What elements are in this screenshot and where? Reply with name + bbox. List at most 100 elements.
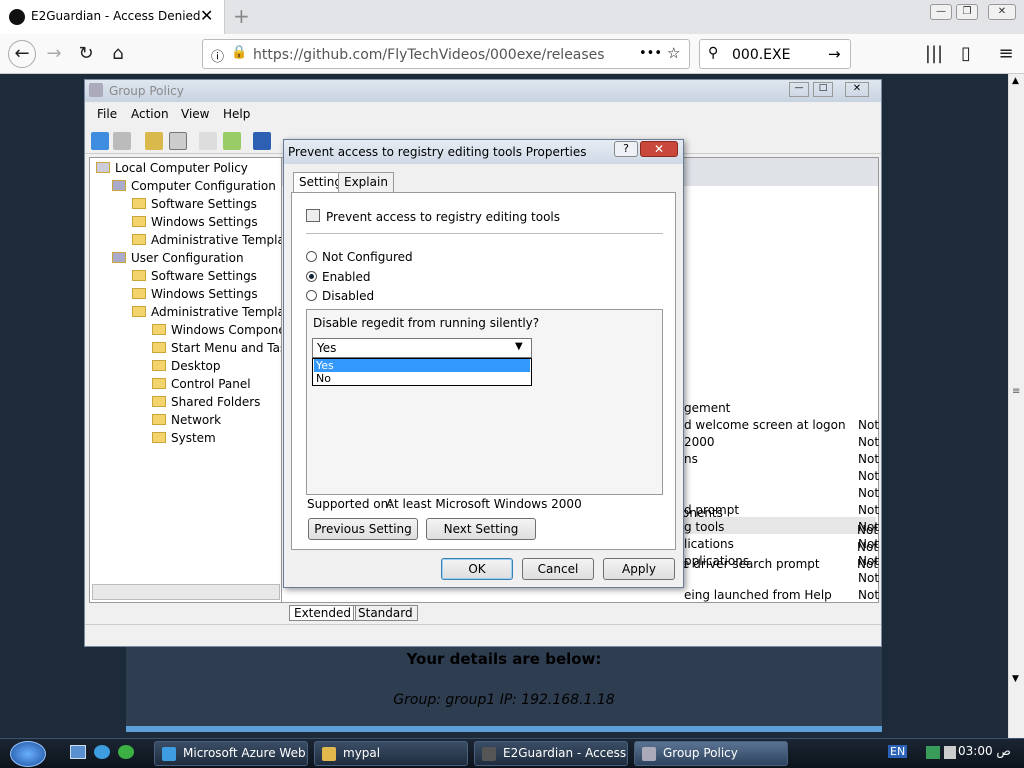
tree-item[interactable]: Computer Configuration — [112, 179, 276, 193]
home-icon[interactable]: ⌂ — [106, 42, 130, 66]
tree-item[interactable]: Administrative Template — [132, 305, 297, 319]
tab-extended[interactable]: Extended — [289, 605, 356, 621]
gp-maximize-button[interactable]: □ — [813, 82, 833, 97]
next-setting-button[interactable]: Next Setting — [426, 518, 536, 540]
info-icon[interactable]: ⓘ — [211, 46, 224, 65]
previous-setting-button[interactable]: Previous Setting — [308, 518, 418, 540]
tree-item[interactable]: Windows Componen — [152, 323, 293, 337]
reload-icon[interactable]: ↻ — [74, 42, 98, 66]
radio-circle[interactable] — [306, 251, 317, 262]
tree-item[interactable]: Start Menu and Task — [152, 341, 293, 355]
language-indicator[interactable]: EN — [888, 745, 908, 758]
menu-help[interactable]: Help — [223, 107, 250, 121]
show-desktop-icon[interactable] — [70, 745, 86, 759]
tree-item[interactable]: System — [152, 431, 216, 445]
ie-icon[interactable] — [94, 745, 110, 759]
close-tab-icon[interactable]: ✕ — [200, 6, 213, 25]
gp-title-bar[interactable]: Group Policy — □ ✕ — [85, 80, 881, 102]
dropdown-option[interactable]: No — [314, 372, 530, 385]
gp-close-button[interactable]: ✕ — [845, 82, 869, 97]
library-icon[interactable]: ||| — [922, 42, 946, 66]
page-actions-icon[interactable]: ••• — [639, 46, 662, 61]
export-list-icon[interactable] — [223, 132, 241, 150]
tree-item[interactable]: Control Panel — [152, 377, 251, 391]
dialog-close-button[interactable]: ✕ — [640, 141, 678, 157]
task-mypal[interactable]: mypal — [314, 741, 468, 766]
url-bar[interactable]: ⓘ 🔒 https://github.com/FlyTechVideos/000… — [202, 39, 690, 69]
volume-icon[interactable] — [944, 746, 956, 759]
search-bar[interactable]: ⚲ 000.EXE → — [699, 39, 851, 69]
network-icon[interactable] — [926, 746, 940, 759]
menu-action[interactable]: Action — [131, 107, 169, 121]
tree-item[interactable]: Local Computer Policy — [96, 161, 248, 175]
setting-row[interactable]: d welcome screen at logon — [684, 418, 846, 432]
radio-disabled[interactable]: Disabled — [306, 289, 374, 303]
page-scrollbar[interactable]: ▲ ≡ ▼ — [1008, 74, 1024, 738]
task-e2guardian[interactable]: E2Guardian - Access ... — [474, 741, 628, 766]
up-folder-icon[interactable] — [145, 132, 163, 150]
radio-enabled[interactable]: Enabled — [306, 270, 371, 284]
task-azure[interactable]: Microsoft Azure Web... — [154, 741, 308, 766]
url-text[interactable]: https://github.com/FlyTechVideos/000exe/… — [253, 47, 605, 63]
setting-row[interactable]: gement — [684, 401, 730, 415]
setting-row[interactable]: ns — [684, 452, 698, 466]
tree-item[interactable]: Network — [152, 413, 221, 427]
gp-minimize-button[interactable]: — — [789, 82, 809, 97]
cancel-button[interactable]: Cancel — [522, 558, 594, 580]
tree-item[interactable]: Shared Folders — [152, 395, 260, 409]
tree-item[interactable]: Software Settings — [132, 197, 257, 211]
bookmark-star-icon[interactable]: ☆ — [667, 44, 680, 62]
clock[interactable]: 03:00 ص — [958, 744, 1011, 758]
show-tree-icon[interactable] — [169, 132, 187, 150]
properties-icon[interactable] — [199, 132, 217, 150]
task-group-policy[interactable]: Group Policy — [634, 741, 788, 766]
start-button[interactable] — [10, 741, 46, 767]
apply-button[interactable]: Apply — [603, 558, 675, 580]
close-window-button[interactable]: ✕ — [988, 4, 1016, 20]
menu-file[interactable]: File — [97, 107, 117, 121]
github-icon — [9, 9, 25, 25]
setting-row[interactable]: onents — [682, 506, 723, 520]
dialog-title-bar[interactable]: Prevent access to registry editing tools… — [284, 140, 683, 164]
dialog-help-button[interactable]: ? — [614, 141, 638, 157]
scroll-thumb[interactable]: ≡ — [1012, 386, 1020, 397]
browser-tab[interactable]: E2Guardian - Access Denied ✕ — [0, 0, 225, 34]
setting-row[interactable]: 2000 — [684, 435, 715, 449]
tree-item[interactable]: Software Settings — [132, 269, 257, 283]
search-text[interactable]: 000.EXE — [732, 47, 790, 63]
tab-explain[interactable]: Explain — [338, 172, 394, 192]
go-arrow-icon[interactable]: → — [828, 45, 841, 63]
scroll-up-icon[interactable]: ▲ — [1012, 76, 1019, 86]
tree-item[interactable]: User Configuration — [112, 251, 244, 265]
radio-not-configured[interactable]: Not Configured — [306, 250, 413, 264]
setting-row[interactable]: g tools — [684, 520, 724, 534]
tree-hscrollbar[interactable] — [92, 584, 280, 600]
sidebar-icon[interactable]: ▯ — [954, 42, 978, 66]
tree-item[interactable]: Desktop — [152, 359, 221, 373]
restore-button[interactable]: ❐ — [956, 4, 978, 20]
ok-button[interactable]: OK — [441, 558, 513, 580]
tab-standard[interactable]: Standard — [353, 605, 418, 621]
chevron-down-icon[interactable]: ▼ — [515, 341, 523, 352]
new-tab-button[interactable]: + — [233, 4, 250, 28]
radio-circle[interactable] — [306, 271, 317, 282]
help-icon[interactable] — [253, 132, 271, 150]
back-icon[interactable]: ← — [8, 40, 36, 68]
silent-dropdown[interactable]: Yes ▼ — [312, 338, 532, 358]
browser-quicklaunch-icon[interactable] — [118, 745, 134, 759]
radio-circle[interactable] — [306, 290, 317, 301]
scroll-down-icon[interactable]: ▼ — [1012, 674, 1019, 684]
forward-arrow-icon[interactable] — [113, 132, 131, 150]
forward-icon[interactable]: → — [42, 42, 66, 66]
menu-icon[interactable]: ≡ — [994, 42, 1018, 66]
dropdown-option[interactable]: Yes — [314, 359, 530, 372]
tree-item[interactable]: Windows Settings — [132, 287, 258, 301]
setting-row[interactable]: lications — [684, 537, 734, 551]
setting-row[interactable]: e driver search prompt — [682, 557, 820, 571]
setting-row[interactable]: eing launched from Help — [684, 588, 832, 602]
tree-item[interactable]: Windows Settings — [132, 215, 258, 229]
back-arrow-icon[interactable] — [91, 132, 109, 150]
tree-item[interactable]: Administrative Template — [132, 233, 297, 247]
menu-view[interactable]: View — [181, 107, 209, 121]
minimize-button[interactable]: — — [930, 4, 952, 20]
